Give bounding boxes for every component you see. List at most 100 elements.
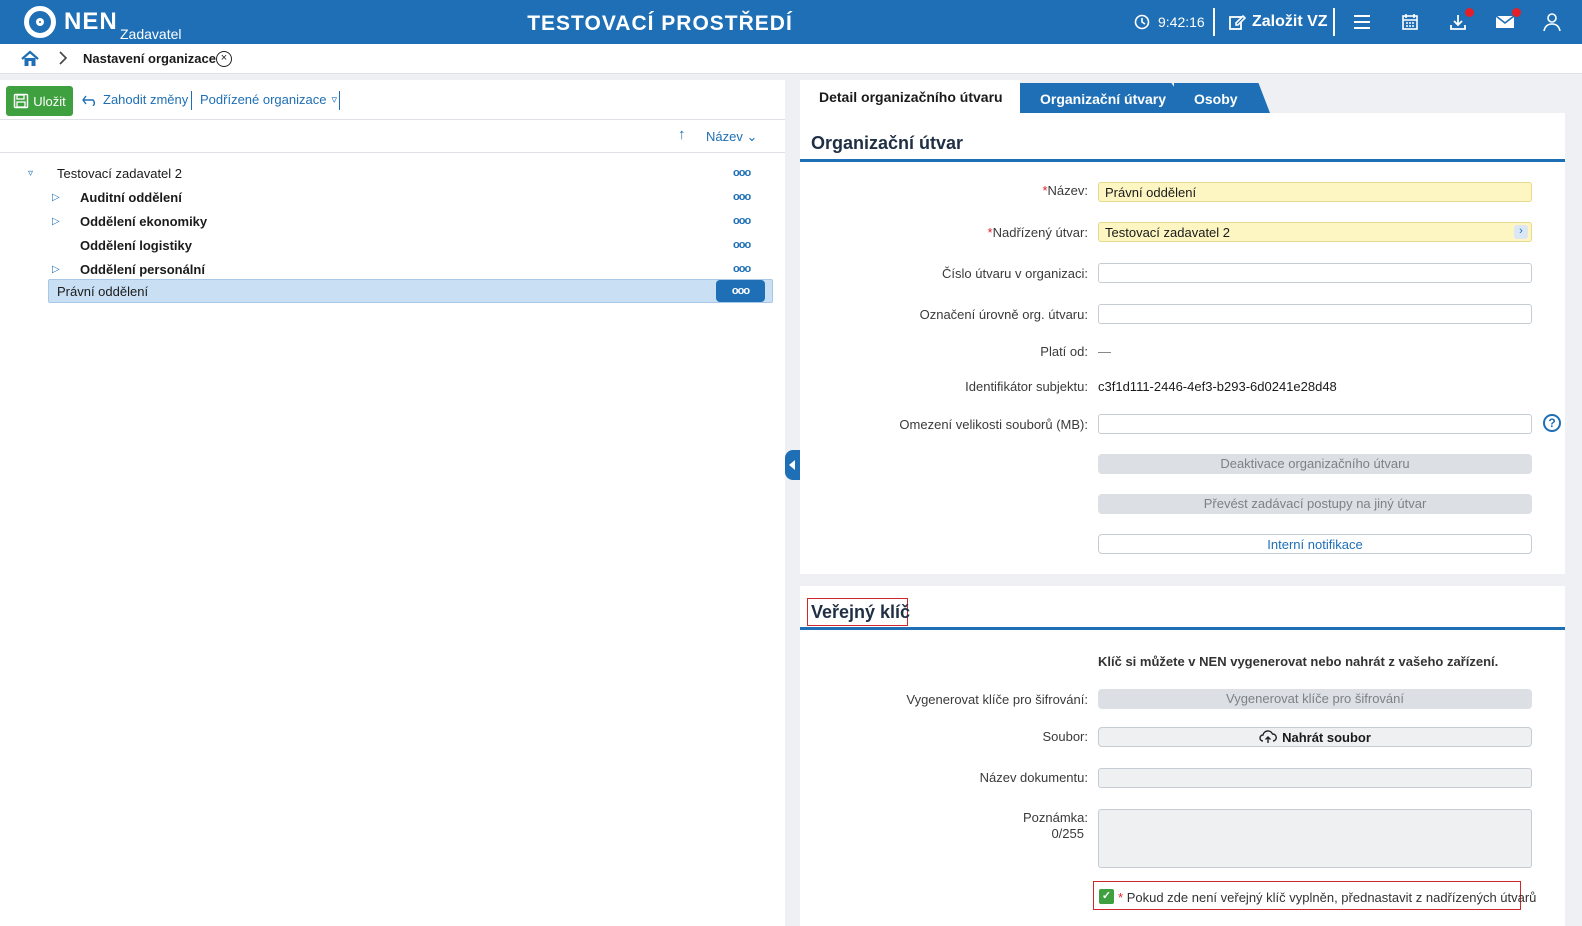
top-bar: NEN Zadavatel TESTOVACÍ PROSTŘEDÍ 9:42:1… xyxy=(0,0,1582,44)
inherit-key-label: * Pokud zde není veřejný klíč vyplněn, p… xyxy=(1118,890,1536,905)
colon: : xyxy=(1084,417,1088,432)
tree-item[interactable]: Oddělení logistiky ooo xyxy=(0,234,785,256)
inherit-key-checkbox[interactable]: ✓ xyxy=(1099,889,1114,904)
colon: : xyxy=(1084,770,1088,785)
label-text: Poznámka xyxy=(1022,810,1085,825)
subject-id-label: Identifikátor subjektu: xyxy=(965,379,1088,394)
transfer-procedures-button[interactable]: Převést zadávací postupy na jiný útvar xyxy=(1098,494,1532,514)
deactivate-unit-button[interactable]: Deaktivace organizačního útvaru xyxy=(1098,454,1532,474)
colon: : xyxy=(1084,307,1088,322)
more-options-button[interactable]: ooo xyxy=(716,280,765,302)
internal-notifications-button[interactable]: Interní notifikace xyxy=(1098,534,1532,554)
section-title: Organizační útvar xyxy=(811,133,964,153)
tree-item[interactable]: ▷ Auditní oddělení ooo xyxy=(0,186,785,208)
colon: : xyxy=(1084,183,1088,198)
save-icon xyxy=(13,93,29,109)
colon: : xyxy=(1084,225,1088,240)
edit-icon xyxy=(1229,14,1246,30)
unit-level-label: Označení úrovně org. útvaru: xyxy=(920,307,1088,322)
close-icon[interactable]: × xyxy=(216,51,232,67)
home-icon[interactable] xyxy=(20,49,40,69)
checkbox-label-text: Pokud zde není veřejný klíč vyplněn, pře… xyxy=(1126,890,1537,905)
tree-item-label: Oddělení logistiky xyxy=(80,237,192,253)
colon: : xyxy=(1084,344,1088,359)
name-input[interactable]: Právní oddělení xyxy=(1098,182,1532,202)
org-tree-panel: Uložit Zahodit změny Podřízené organizac… xyxy=(0,80,785,926)
more-options-icon[interactable]: ooo xyxy=(733,263,751,275)
toolbar-divider xyxy=(1213,8,1215,36)
messages-button[interactable] xyxy=(1493,0,1521,44)
tree-item[interactable]: ▷ Oddělení ekonomiky ooo xyxy=(0,210,785,232)
section-underline xyxy=(800,627,1565,630)
clock-icon xyxy=(1134,14,1150,30)
public-key-info: Klíč si můžete v NEN vygenerovat nebo na… xyxy=(1098,654,1499,669)
upload-file-label: Nahrát soubor xyxy=(1282,730,1371,745)
unit-number-input[interactable] xyxy=(1098,263,1532,283)
menu-icon xyxy=(1354,15,1370,29)
help-icon[interactable]: ? xyxy=(1543,414,1561,432)
section-title: Veřejný klíč xyxy=(811,602,911,622)
parent-unit-value: Testovací zadavatel 2 xyxy=(1105,225,1231,240)
tab-persons[interactable]: Osoby xyxy=(1174,83,1270,113)
org-unit-section: Organizační útvar *Název: Právní oddělen… xyxy=(800,113,1565,574)
document-name-label: Název dokumentu: xyxy=(980,770,1088,785)
expand-triangle-icon[interactable]: ▷ xyxy=(52,264,60,275)
child-organizations-dropdown[interactable]: Podřízené organizace ▿ xyxy=(200,92,337,107)
toolbar-divider xyxy=(1333,8,1335,36)
downloads-button[interactable] xyxy=(1446,0,1474,44)
chevron-right-icon xyxy=(59,51,68,65)
breadcrumb-current: Nastavení organizace xyxy=(83,51,216,66)
mail-icon xyxy=(1495,15,1515,28)
calendar-button[interactable] xyxy=(1398,0,1422,44)
session-clock: 9:42:16 xyxy=(1134,0,1205,44)
expand-triangle-icon[interactable]: ▷ xyxy=(52,216,60,227)
save-button[interactable]: Uložit xyxy=(6,86,73,116)
cloud-upload-icon xyxy=(1259,730,1278,743)
more-options-icon[interactable]: ooo xyxy=(733,239,751,251)
calendar-icon xyxy=(1402,14,1418,30)
user-button[interactable] xyxy=(1540,0,1564,44)
notification-dot xyxy=(1465,8,1474,17)
more-options-icon[interactable]: ooo xyxy=(733,167,751,179)
parent-unit-picker[interactable]: Testovací zadavatel 2 › xyxy=(1098,222,1532,242)
sort-ascending-icon[interactable]: ↑ xyxy=(678,126,686,143)
chevron-right-icon[interactable]: › xyxy=(1514,225,1528,239)
tree-item-selected[interactable] xyxy=(48,279,773,303)
section-underline xyxy=(800,159,1565,162)
required-mark: * xyxy=(1118,890,1124,905)
name-field-label: *Název: xyxy=(1042,183,1088,198)
expand-triangle-icon[interactable]: ▷ xyxy=(52,192,60,203)
dropdown-triangle-icon: ▿ xyxy=(331,94,338,106)
tree-item[interactable]: ▷ Oddělení personální ooo xyxy=(0,258,785,280)
label-text: Nadřízený útvar xyxy=(992,225,1085,240)
note-label: Poznámka: xyxy=(1023,810,1088,825)
tree-item-label: Oddělení ekonomiky xyxy=(80,213,208,229)
tab-unit-detail[interactable]: Detail organizačního útvaru xyxy=(800,80,1020,113)
file-limit-input[interactable] xyxy=(1098,414,1532,434)
unit-number-label: Číslo útvaru v organizaci: xyxy=(942,266,1088,281)
tree-root-row[interactable]: ▿ Testovací zadavatel 2 ooo xyxy=(0,162,785,184)
unit-level-input[interactable] xyxy=(1098,304,1532,324)
more-options-icon[interactable]: ooo xyxy=(733,191,751,203)
environment-title: TESTOVACÍ PROSTŘEDÍ xyxy=(527,12,793,35)
note-counter: 0/255 xyxy=(1051,826,1084,841)
collapse-triangle-icon[interactable]: ▿ xyxy=(28,168,33,179)
valid-from-label: Platí od: xyxy=(1040,344,1088,359)
generate-keys-label: Vygenerovat klíče pro šifrování: xyxy=(906,692,1088,707)
sort-by-name-button[interactable]: Název ⌄ xyxy=(706,129,757,145)
colon: : xyxy=(1084,729,1088,744)
label-text: Omezení velikosti souborů (MB) xyxy=(899,417,1085,432)
upload-file-button[interactable]: Nahrát soubor xyxy=(1098,727,1532,747)
collapse-panel-handle[interactable] xyxy=(785,450,800,480)
tab-org-units[interactable]: Organizační útvary xyxy=(1020,83,1192,113)
create-procurement-button[interactable]: Založit VZ xyxy=(1228,0,1328,44)
tree-item-label: Auditní oddělení xyxy=(80,189,182,205)
menu-button[interactable] xyxy=(1350,0,1374,44)
label-text: Název dokumentu xyxy=(979,770,1085,785)
generate-keys-button[interactable]: Vygenerovat klíče pro šifrování xyxy=(1098,689,1532,709)
clock-text: 9:42:16 xyxy=(1158,14,1205,30)
discard-changes-button[interactable]: Zahodit změny xyxy=(82,92,188,107)
tree-item-label: Oddělení personální xyxy=(80,261,205,277)
more-options-icon[interactable]: ooo xyxy=(733,215,751,227)
tree-selected-label: Právní oddělení xyxy=(57,283,149,299)
